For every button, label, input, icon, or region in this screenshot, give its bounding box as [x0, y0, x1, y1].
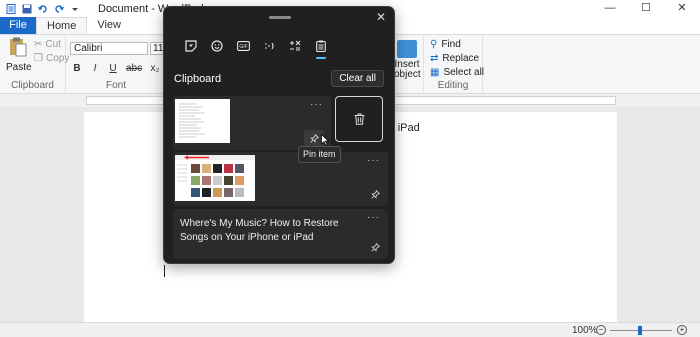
tab-kaomoji[interactable] [256, 38, 282, 54]
mouse-cursor-icon [321, 134, 329, 146]
maximize-button[interactable]: ☐ [628, 0, 664, 17]
quick-access-toolbar [0, 3, 80, 14]
subscript-button[interactable]: x₂ [150, 63, 160, 74]
redo-icon[interactable] [54, 4, 64, 14]
pin-icon [370, 242, 380, 252]
bold-button[interactable]: B [72, 63, 82, 74]
zoom-out-button[interactable]: − [596, 325, 606, 335]
insert-object-button[interactable]: Insert object [394, 40, 421, 80]
clipboard-image-thumbnail [175, 155, 255, 201]
tab-home[interactable]: Home [36, 17, 88, 34]
undo-icon[interactable] [38, 4, 48, 14]
find-label: Find [441, 39, 461, 50]
tab-clipboard-history[interactable] [308, 38, 334, 59]
more-options-button[interactable]: ··· [310, 99, 323, 110]
pin-icon [309, 134, 319, 143]
cut-label: Cut [45, 39, 61, 50]
clipboard-image-thumbnail [175, 99, 230, 143]
clipboard-group-label: Clipboard [11, 80, 54, 91]
trash-icon [354, 113, 364, 125]
tab-stickers[interactable] [178, 38, 204, 54]
gif-icon: GIF [236, 41, 250, 51]
paste-label: Paste [6, 62, 32, 73]
music-library-thumbnail-image [175, 155, 255, 201]
pin-icon [370, 189, 380, 199]
save-icon[interactable] [22, 4, 32, 14]
drag-handle[interactable] [269, 16, 291, 19]
zoom-slider-thumb[interactable] [637, 326, 642, 335]
paste-button[interactable]: Paste [6, 37, 32, 73]
clipboard-item-text: Where's My Music? How to Restore Songs o… [180, 218, 339, 243]
document-text: r iPad [391, 122, 420, 134]
tab-file[interactable]: File [0, 17, 36, 34]
font-group-label: Font [105, 80, 126, 91]
clipboard-title: Clipboard [174, 73, 222, 85]
clipboard-item[interactable]: Where's My Music? How to Restore Songs o… [173, 209, 388, 259]
tab-view[interactable]: View [87, 17, 131, 34]
editing-group-label: Editing [437, 80, 469, 91]
tab-emoji[interactable] [204, 38, 230, 54]
window-controls: — ☐ ✕ [592, 0, 700, 17]
zoom-level: 100% [572, 325, 598, 336]
emoji-icon [211, 40, 223, 52]
scissors-icon: ✂ [34, 39, 43, 50]
more-options-button[interactable]: ··· [367, 212, 380, 223]
clear-all-button[interactable]: Clear all [331, 70, 384, 87]
font-family-select[interactable]: Calibri [70, 42, 148, 55]
select-all-button[interactable]: ▦ Select all [430, 67, 484, 78]
flyout-close-button[interactable]: ✕ [376, 10, 386, 24]
svg-text:GIF: GIF [239, 44, 247, 50]
clipboard-group: Paste ✂ Cut ❐ Copy Clipboard [0, 35, 69, 93]
pin-button[interactable] [369, 241, 381, 253]
close-button[interactable]: ✕ [664, 0, 700, 17]
pin-button[interactable] [369, 188, 381, 200]
customize-toolbar-icon[interactable] [70, 4, 80, 14]
clipboard-icon [316, 40, 326, 52]
replace-button[interactable]: ⇄ Replace [430, 53, 479, 64]
clipboard-item[interactable]: ··· [173, 96, 331, 150]
select-all-icon: ▦ [430, 67, 440, 78]
symbols-icon [290, 40, 301, 51]
wordpad-app-icon [6, 3, 16, 14]
replace-icon: ⇄ [430, 53, 439, 64]
strikethrough-button[interactable]: abc [126, 63, 142, 74]
clipboard-item[interactable]: ··· [173, 152, 388, 206]
document-thumbnail-image [175, 99, 230, 143]
more-options-button[interactable]: ··· [367, 155, 380, 166]
insert-object-label-2: object [394, 69, 421, 80]
cut-button[interactable]: ✂ Cut [34, 39, 61, 50]
paste-icon [10, 37, 27, 57]
clipboard-flyout: ✕ GIF Clipboard Clear all ··· ··· Where'… [163, 6, 395, 264]
copy-button[interactable]: ❐ Copy [34, 53, 69, 64]
underline-button[interactable]: U [108, 63, 118, 74]
pin-item-tooltip: Pin item [298, 146, 341, 163]
replace-label: Replace [442, 53, 480, 64]
find-button[interactable]: ⚲ Find [430, 39, 461, 50]
tab-symbols[interactable] [282, 38, 308, 54]
italic-button[interactable]: I [90, 63, 100, 74]
text-caret [164, 265, 165, 277]
category-tabs: GIF [178, 38, 334, 59]
copy-icon: ❐ [34, 53, 43, 64]
font-size-select[interactable]: 11 [150, 42, 164, 55]
find-icon: ⚲ [430, 39, 438, 50]
insert-object-icon [397, 40, 417, 58]
sticker-icon [185, 40, 197, 52]
select-all-label: Select all [443, 67, 485, 78]
tab-gif[interactable]: GIF [230, 38, 256, 54]
kaomoji-icon [265, 42, 274, 50]
minimize-button[interactable]: — [592, 0, 628, 17]
status-bar: 100% − + [0, 322, 700, 337]
delete-item-button[interactable] [335, 96, 383, 142]
zoom-in-button[interactable]: + [677, 325, 687, 335]
